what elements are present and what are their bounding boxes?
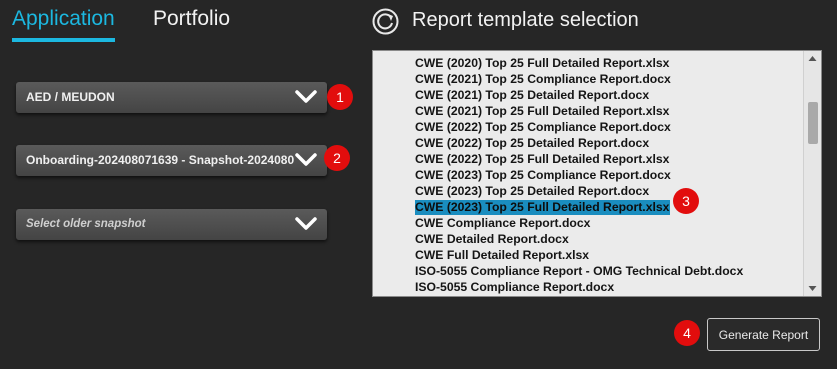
template-list-item[interactable]: CWE (2023) Top 25 Detailed Report.docx	[415, 184, 649, 199]
tab-portfolio[interactable]: Portfolio	[153, 7, 230, 31]
template-list-item[interactable]: CWE Compliance Report.docx	[415, 216, 590, 231]
step-badge-4: 4	[674, 320, 700, 346]
chevron-down-icon[interactable]	[295, 90, 317, 104]
generate-report-button[interactable]: Generate Report	[707, 318, 820, 351]
template-list-item[interactable]: CWE Full Detailed Report.xlsx	[415, 248, 589, 263]
active-tab-indicator	[12, 38, 115, 42]
application-dropdown-value: AED / MEUDON	[26, 90, 115, 104]
step-badge-2: 2	[324, 145, 350, 171]
template-list-item[interactable]: ISO-5055 Compliance Report - OMG Technic…	[415, 264, 743, 279]
template-list-item[interactable]: CWE (2022) Top 25 Compliance Report.docx	[415, 120, 671, 135]
tab-application[interactable]: Application	[12, 7, 115, 31]
template-list-item[interactable]: CWE (2023) Top 25 Compliance Report.docx	[415, 168, 671, 183]
template-list-item[interactable]: CWE (2022) Top 25 Full Detailed Report.x…	[415, 152, 669, 167]
scroll-up-arrow-icon[interactable]	[804, 51, 821, 68]
scrollbar[interactable]	[803, 51, 821, 296]
template-list-item[interactable]: CWE (2020) Top 25 Full Detailed Report.x…	[415, 56, 669, 71]
scroll-thumb[interactable]	[808, 102, 818, 144]
chevron-down-icon[interactable]	[295, 217, 317, 231]
application-dropdown[interactable]: AED / MEUDON	[16, 82, 327, 113]
panel-title: Report template selection	[412, 9, 639, 31]
step-badge-3: 3	[673, 188, 699, 214]
template-list-item[interactable]: CWE Detailed Report.docx	[415, 232, 569, 247]
snapshot-dropdown[interactable]: Onboarding-202408071639 - Snapshot-20240…	[16, 145, 327, 176]
template-list-item[interactable]: CWE (2021) Top 25 Detailed Report.docx	[415, 88, 649, 103]
step-badge-1: 1	[327, 84, 353, 110]
template-list-item[interactable]: CWE (2021) Top 25 Full Detailed Report.x…	[415, 104, 669, 119]
template-list-item[interactable]: ISO-5055 Compliance Report.docx	[415, 280, 614, 295]
older-snapshot-dropdown[interactable]: Select older snapshot	[16, 209, 327, 240]
older-snapshot-placeholder: Select older snapshot	[26, 218, 146, 230]
template-list-item[interactable]: CWE (2022) Top 25 Detailed Report.docx	[415, 136, 649, 151]
chevron-down-icon[interactable]	[295, 153, 317, 167]
refresh-icon[interactable]	[372, 8, 399, 35]
scroll-down-arrow-icon[interactable]	[804, 279, 821, 296]
template-list-item[interactable]: CWE (2021) Top 25 Compliance Report.docx	[415, 72, 671, 87]
snapshot-dropdown-value: Onboarding-202408071639 - Snapshot-20240…	[26, 153, 295, 167]
template-list[interactable]: CWE (2020) Top 25 Full Detailed Report.x…	[372, 50, 822, 297]
template-list-item[interactable]: CWE (2023) Top 25 Full Detailed Report.x…	[415, 200, 671, 215]
